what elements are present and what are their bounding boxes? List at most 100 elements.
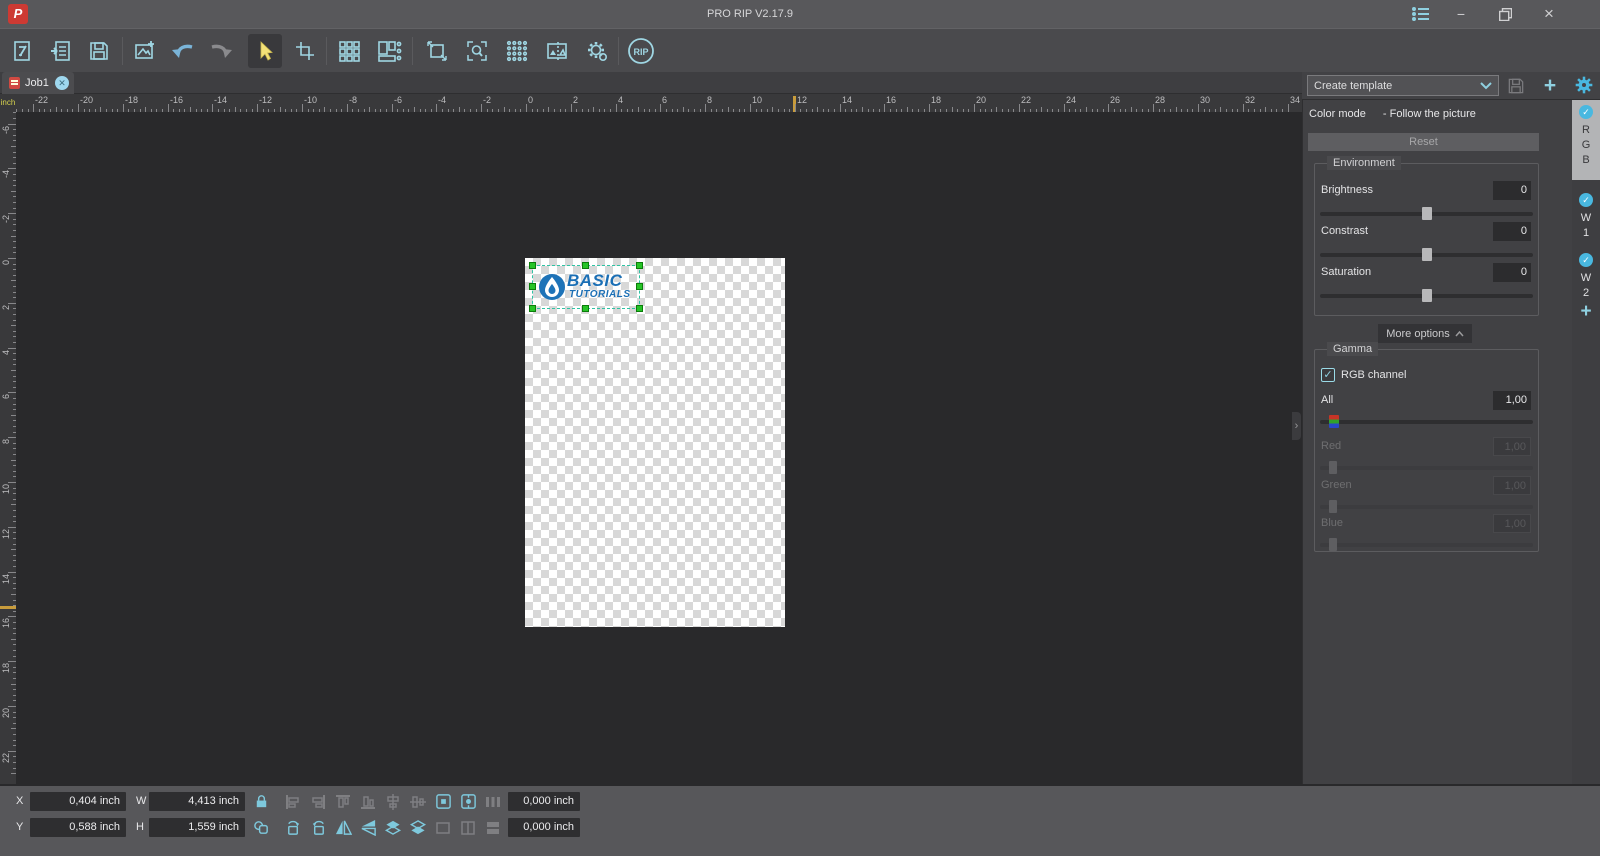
gamma-all-slider[interactable] [1320,414,1533,428]
rotate-cw-icon[interactable] [307,818,329,837]
selection-handle-ne[interactable] [636,262,643,269]
rip-button[interactable]: RIP [624,34,658,68]
duplicate-icon[interactable] [250,818,272,837]
tab-job1[interactable]: Job1 ✕ [2,72,74,94]
h-spacing-input[interactable]: 0,000 inch [508,792,580,811]
template-select[interactable]: Create template [1307,75,1499,96]
align-bottom-icon[interactable] [357,792,379,811]
ruler-tick-label: 30 [1200,95,1211,105]
selection-handle-se[interactable] [636,305,643,312]
tab-close-icon[interactable]: ✕ [55,76,69,90]
w-input[interactable]: 4,413 inch [149,792,245,811]
bring-forward-icon[interactable] [382,818,404,837]
close-button[interactable]: × [1532,0,1566,28]
ruler-tick-label: -16 [170,95,184,105]
saturation-value[interactable]: 0 [1493,263,1531,282]
minimize-button[interactable]: − [1444,0,1478,28]
selection-handle-nw[interactable] [529,262,536,269]
h-input[interactable]: 1,559 inch [149,818,245,837]
design-canvas[interactable]: BASIC TUTORIALS › [16,112,1302,784]
center-page-h-icon[interactable] [432,792,454,811]
distribute-h-icon[interactable] [482,792,504,811]
align-center-h-icon[interactable] [382,792,404,811]
contrast-slider[interactable] [1320,247,1533,261]
crop-tool-icon[interactable] [288,34,322,68]
brightness-value[interactable]: 0 [1493,181,1531,200]
restore-button[interactable] [1488,0,1522,28]
selection-handle-s[interactable] [582,305,589,312]
add-image-icon[interactable] [128,34,162,68]
panel-settings-gear-icon[interactable] [1574,75,1596,97]
align-center-v-icon[interactable] [407,792,429,811]
x-input[interactable]: 0,404 inch [30,792,126,811]
grid-view-icon[interactable] [332,34,366,68]
lock-ratio-icon[interactable] [250,792,272,811]
ruler-tick-label: -22 [35,95,49,105]
brightness-slider[interactable] [1320,206,1533,220]
channel-enabled-check-icon[interactable]: ✓ [1579,193,1593,207]
ruler-tick [8,706,16,707]
selection-handle-n[interactable] [582,262,589,269]
undo-icon[interactable] [166,34,200,68]
selection-box[interactable] [529,262,643,312]
y-input[interactable]: 0,588 inch [30,818,126,837]
panel-expander-handle[interactable]: › [1292,412,1301,440]
gamma-all-value[interactable]: 1,00 [1493,391,1531,410]
job-tabbar: Job1 ✕ [0,72,1302,94]
tab-channel-w1[interactable]: ✓ W 1 [1572,188,1600,241]
align-right-icon[interactable] [307,792,329,811]
settings-gear-icon[interactable] [580,34,614,68]
send-backward-icon[interactable] [407,818,429,837]
split-rows-icon[interactable] [482,818,504,837]
menu-list-icon[interactable] [1404,0,1438,28]
rgb-channel-label: RGB channel [1341,369,1407,381]
ruler-tick-label: -4 [1,170,11,179]
gamma-blue-value: 1,00 [1493,514,1531,533]
align-top-icon[interactable] [332,792,354,811]
transform-tool-icon[interactable] [420,34,454,68]
more-options-button[interactable]: More options [1378,324,1472,343]
reset-button[interactable]: Reset [1308,133,1539,151]
image-preview-icon[interactable] [540,34,574,68]
add-template-icon[interactable]: + [1538,74,1562,98]
new-job-icon[interactable] [6,34,40,68]
statusbar: X 0,404 inch W 4,413 inch 0,000 inch Y 0… [0,784,1600,856]
import-file-icon[interactable] [44,34,78,68]
channel-enabled-check-icon[interactable]: ✓ [1579,253,1593,267]
selection-handle-sw[interactable] [529,305,536,312]
gamma-blue-slider [1320,537,1533,551]
zoom-tool-icon[interactable] [460,34,494,68]
redo-icon[interactable] [204,34,238,68]
fit-page-icon[interactable] [432,818,454,837]
rgb-channel-checkbox[interactable]: ✓ [1321,368,1335,382]
ruler-tick-label: -2 [1,215,11,224]
mirror-v-icon[interactable] [357,818,379,837]
ruler-tick [8,527,16,528]
channel-enabled-check-icon[interactable]: ✓ [1579,105,1593,119]
save-icon[interactable] [82,34,116,68]
align-left-icon[interactable] [282,792,304,811]
selection-handle-e[interactable] [636,283,643,290]
gamma-group: Gamma ✓ RGB channel All 1,00 Red 1,00 Gr… [1314,342,1539,552]
rotate-ccw-icon[interactable] [282,818,304,837]
selection-handle-w[interactable] [529,283,536,290]
contrast-value[interactable]: 0 [1493,222,1531,241]
channel-letter: 2 [1582,287,1590,299]
saturation-slider[interactable] [1320,288,1533,302]
tab-channel-w2[interactable]: ✓ W 2 [1572,248,1600,301]
pointer-tool-icon[interactable] [248,34,282,68]
ruler-tick [705,104,706,112]
center-page-v-icon[interactable] [457,792,479,811]
dot-grid-icon[interactable] [500,34,534,68]
channel-letter: R [1582,124,1590,136]
mirror-h-icon[interactable] [332,818,354,837]
layout-view-icon[interactable] [372,34,406,68]
print-page[interactable] [525,258,785,627]
save-template-icon[interactable] [1506,76,1528,96]
add-channel-icon[interactable]: + [1572,300,1600,324]
tab-channel-rgb[interactable]: ✓ R G B [1572,100,1600,180]
ruler-tick [8,572,16,573]
v-spacing-input[interactable]: 0,000 inch [508,818,580,837]
ruler-tick-label: -20 [80,95,94,105]
split-columns-icon[interactable] [457,818,479,837]
